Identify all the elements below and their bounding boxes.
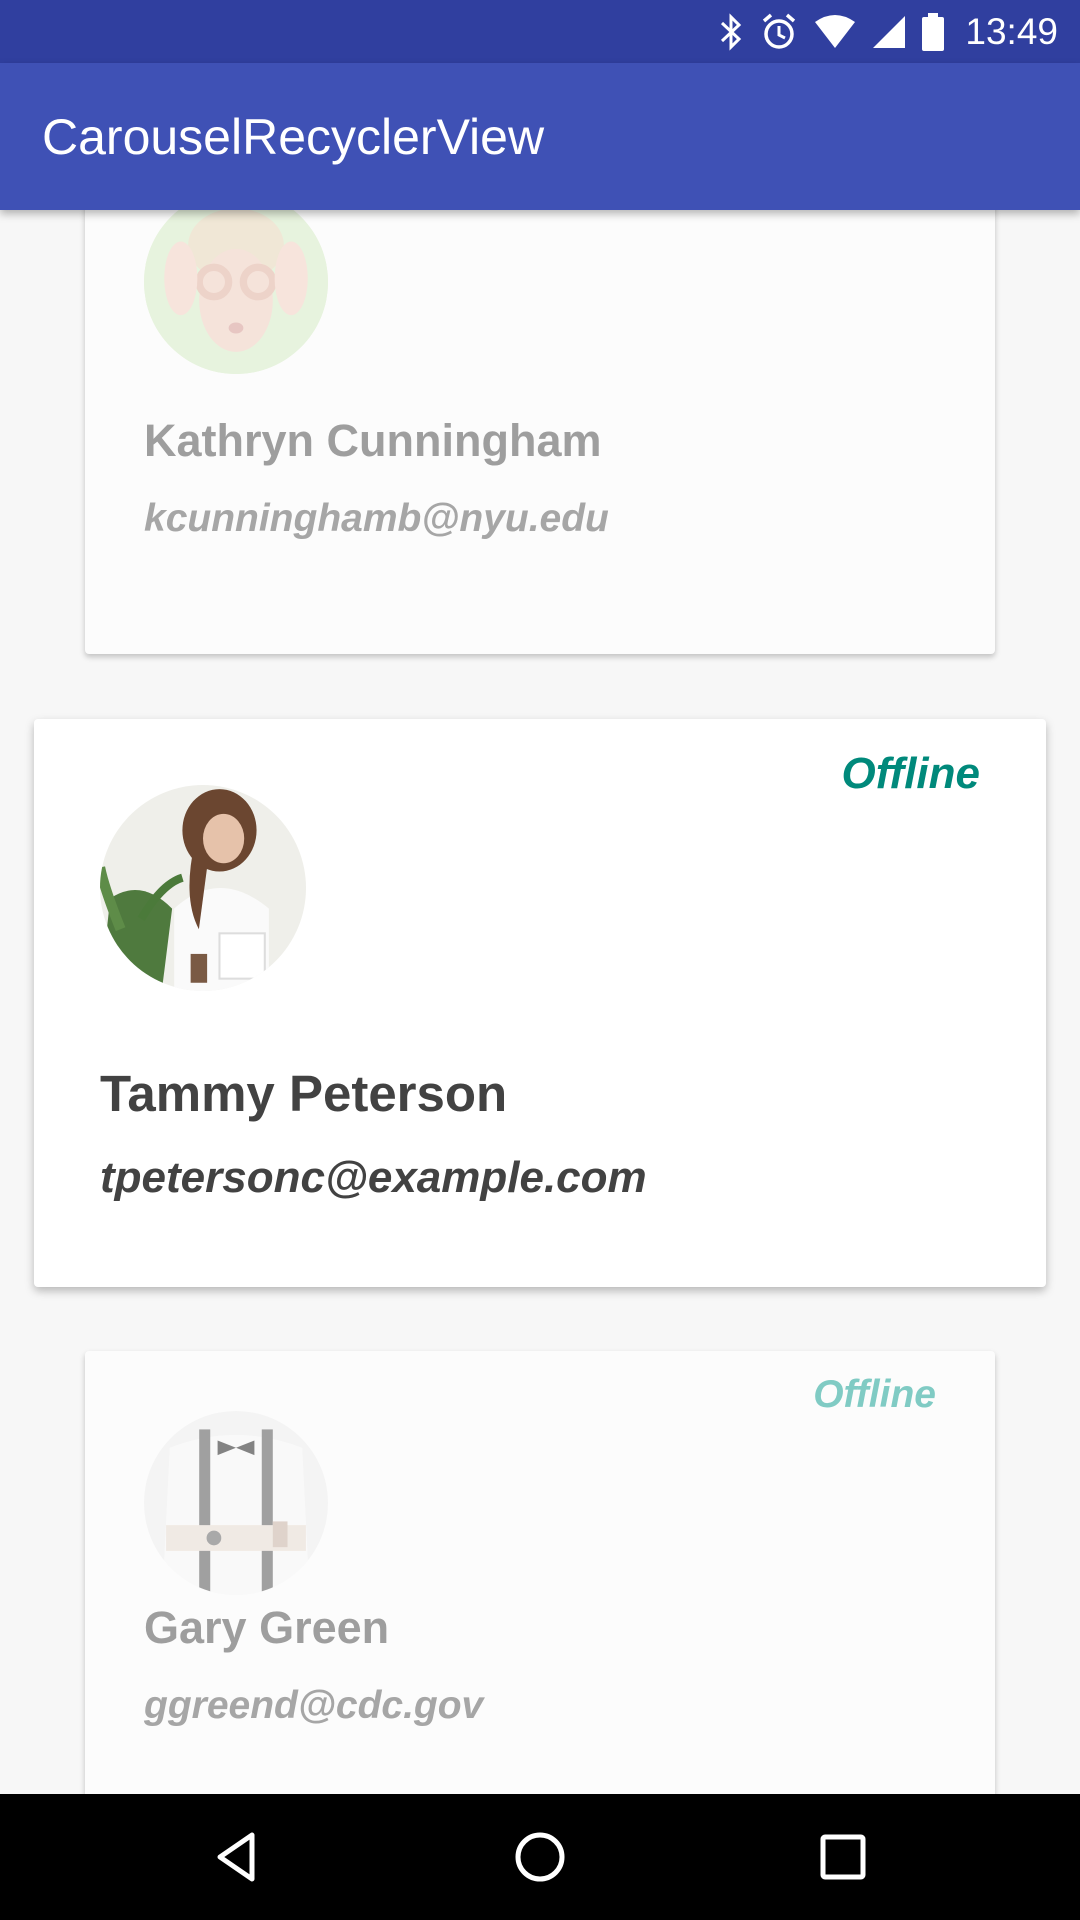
signal-icon	[871, 14, 907, 50]
status-bar: 13:49	[0, 0, 1080, 63]
contact-email: kcunninghamb@nyu.edu	[144, 497, 609, 540]
contact-card[interactable]: Offline Gary Green ggreend@cdc.gov	[85, 1351, 995, 1794]
bluetooth-icon	[719, 12, 745, 51]
navigation-bar	[0, 1794, 1080, 1920]
back-button[interactable]	[208, 1827, 268, 1887]
wifi-icon	[813, 14, 857, 50]
home-icon	[510, 1827, 570, 1887]
recents-icon	[813, 1827, 873, 1887]
carousel-list[interactable]: Kathryn Cunningham kcunninghamb@nyu.edu …	[0, 210, 1080, 1794]
status-label: Offline	[841, 749, 980, 798]
home-button[interactable]	[510, 1827, 570, 1887]
battery-icon	[921, 12, 945, 52]
contact-card[interactable]: Kathryn Cunningham kcunninghamb@nyu.edu	[85, 210, 995, 654]
contact-name: Kathryn Cunningham	[144, 415, 602, 466]
recents-button[interactable]	[813, 1827, 873, 1887]
status-label: Offline	[813, 1373, 936, 1416]
status-icons: 13:49	[719, 0, 1058, 63]
contact-name: Gary Green	[144, 1602, 390, 1653]
back-icon	[208, 1827, 268, 1887]
status-time: 13:49	[965, 10, 1058, 52]
contact-card[interactable]: Offline Tammy Peterson tpetersonc@exampl…	[34, 719, 1046, 1287]
app-title: CarouselRecyclerView	[42, 109, 545, 165]
contact-name: Tammy Peterson	[100, 1065, 508, 1122]
app-bar: CarouselRecyclerView	[0, 63, 1080, 210]
alarm-icon	[759, 12, 799, 52]
avatar	[144, 210, 328, 374]
contact-email: tpetersonc@example.com	[100, 1153, 647, 1202]
avatar	[100, 785, 306, 991]
avatar	[144, 1411, 328, 1595]
contact-email: ggreend@cdc.gov	[144, 1684, 484, 1727]
